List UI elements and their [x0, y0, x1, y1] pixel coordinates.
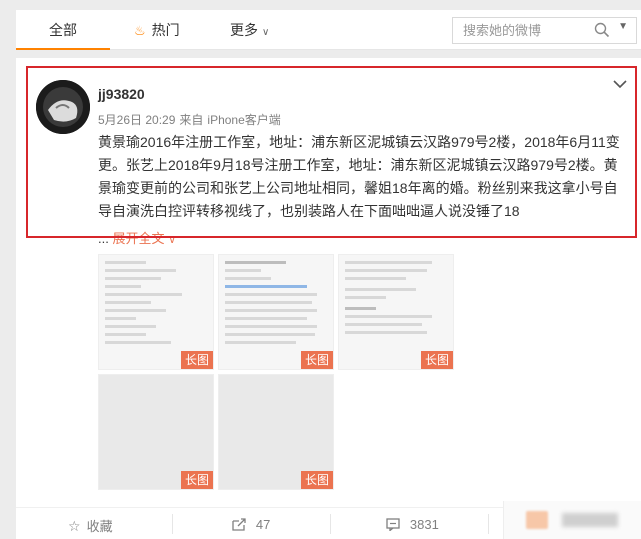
post-username[interactable]: jj93820 — [98, 86, 145, 102]
search-input[interactable] — [453, 18, 593, 43]
tab-more[interactable]: 更多 ∨ — [230, 10, 269, 50]
long-image-badge: 长图 — [300, 351, 333, 369]
comment-button[interactable]: 3831 — [386, 516, 439, 532]
repost-icon — [232, 516, 250, 532]
post-image-1[interactable]: 长图 — [98, 254, 214, 370]
tab-all-label: 全部 — [49, 22, 77, 38]
post-date[interactable]: 5月26日 20:29 — [98, 113, 175, 127]
repost-button[interactable]: 47 — [232, 516, 270, 532]
expand-ellipsis: ... — [98, 231, 109, 246]
feed-tabbar: 全部 ♨ 热门 更多 ∨ ▼ — [16, 10, 641, 50]
search-options-chevron-icon[interactable]: ▼ — [618, 21, 628, 32]
post-image-4[interactable]: 长图 — [98, 374, 214, 490]
blurred-icon — [526, 511, 548, 529]
divider — [488, 514, 489, 534]
flame-icon: ♨ — [134, 23, 146, 38]
weibo-post-card: jj93820 5月26日 20:29 来自 iPhone客户端 黄景瑜2016年注… — [16, 58, 641, 539]
post-image-2[interactable]: 长图 — [218, 254, 334, 370]
long-image-badge: 长图 — [180, 471, 213, 489]
comment-count: 3831 — [409, 517, 439, 532]
tab-all[interactable]: 全部 — [16, 10, 110, 50]
comment-icon — [386, 516, 404, 532]
search-icon[interactable] — [594, 22, 610, 43]
divider — [172, 514, 173, 534]
star-icon: ☆ — [68, 518, 81, 534]
blurred-text — [562, 513, 618, 527]
long-image-badge: 长图 — [420, 351, 453, 369]
favorite-label: 收藏 — [86, 519, 113, 534]
long-image-badge: 长图 — [180, 351, 213, 369]
divider — [330, 514, 331, 534]
post-text: 黄景瑜2016年注册工作室，地址：浦东新区泥城镇云汉路979号2楼，2018年6… — [98, 134, 620, 219]
post-source-prefix: 来自 — [179, 113, 204, 127]
expand-line: ... 展开全文 ∨ — [98, 228, 176, 247]
chevron-down-icon[interactable] — [613, 76, 627, 92]
chevron-down-icon[interactable]: ∨ — [168, 235, 175, 246]
tab-hot[interactable]: ♨ 热门 — [134, 10, 180, 50]
post-source[interactable]: iPhone客户端 — [207, 113, 280, 127]
blurred-like-area — [503, 501, 641, 539]
expand-full-text-link[interactable]: 展开全文 — [112, 231, 164, 246]
favorite-button[interactable]: ☆ 收藏 — [68, 516, 113, 535]
chevron-down-icon: ∨ — [262, 27, 270, 38]
search-box: ▼ — [452, 17, 637, 44]
post-image-3[interactable]: 长图 — [338, 254, 454, 370]
tab-hot-label: 热门 — [151, 22, 180, 38]
repost-count: 47 — [255, 517, 271, 532]
tab-more-label: 更多 — [230, 22, 258, 38]
long-image-badge: 长图 — [300, 471, 333, 489]
avatar[interactable] — [36, 80, 90, 134]
post-image-5[interactable]: 长图 — [218, 374, 334, 490]
post-meta: 5月26日 20:29 来自 iPhone客户端 — [98, 111, 285, 128]
